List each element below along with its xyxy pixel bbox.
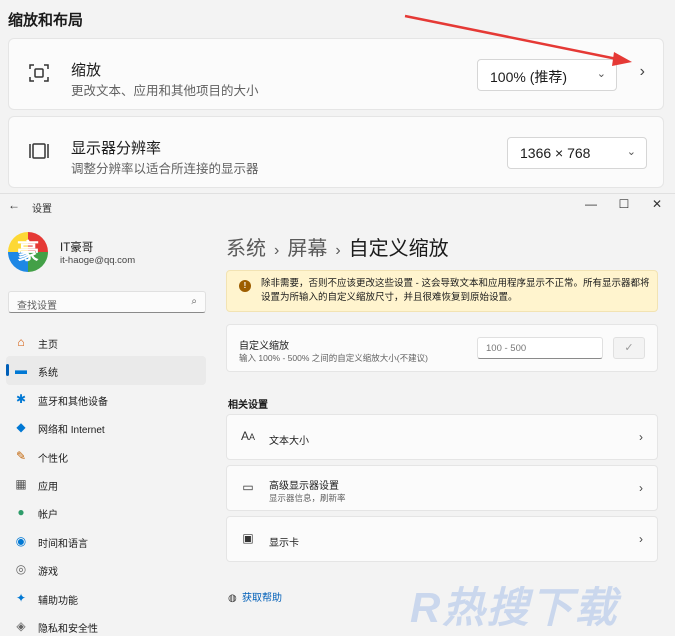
sidebar-item-label: 辅助功能 [38, 595, 78, 607]
shield-icon: ◈ [16, 618, 26, 633]
sidebar-item-8[interactable]: ◎ 游戏 [6, 555, 206, 583]
related-item-sub: 显示器信息，刷新率 [269, 493, 346, 503]
window-title: 设置 [32, 204, 52, 215]
text-size-icon: AA [240, 429, 256, 443]
scale-title: 缩放 [71, 62, 102, 79]
resolution-desc: 调整分辨率以适合所连接的显示器 [71, 162, 259, 176]
apps-icon: ▦ [15, 476, 27, 491]
graphics-card-icon: ▣ [242, 531, 254, 545]
breadcrumb-separator: › [274, 242, 280, 259]
wifi-icon: ◆ [16, 420, 26, 435]
avatar[interactable]: 豪 [8, 232, 48, 272]
monitor-icon: ▭ [242, 480, 254, 494]
monitor-icon: ▬ [15, 363, 27, 378]
sidebar-item-2[interactable]: ✱ 蓝牙和其他设备 [6, 385, 206, 413]
sidebar-item-1[interactable]: ▬ 系统 [6, 356, 206, 385]
sidebar-item-label: 系统 [38, 368, 58, 380]
get-help-link[interactable]: ◍ 获取帮助 [228, 589, 282, 604]
annotation-arrow-icon [404, 14, 632, 66]
maximize-button[interactable]: ☐ [617, 197, 631, 211]
globe-icon: ◉ [15, 533, 27, 548]
related-item-text-size[interactable]: AA 文本大小 › [226, 414, 658, 460]
custom-scale-title: 自定义缩放 [239, 341, 289, 352]
breadcrumb-separator: › [335, 242, 341, 259]
search-placeholder: 查找设置 [17, 301, 57, 312]
sidebar-item-5[interactable]: ▦ 应用 [6, 470, 206, 498]
search-input[interactable]: 查找设置 ⌕ [8, 291, 206, 313]
chevron-down-icon: ⌄ [626, 146, 636, 158]
sidebar-item-0[interactable]: ⌂ 主页 [6, 328, 206, 356]
chevron-right-icon: › [639, 481, 643, 495]
sidebar-item-7[interactable]: ◉ 时间和语言 [6, 527, 206, 555]
sidebar-nav: ⌂ 主页 ▬ 系统 ✱ 蓝牙和其他设备 ◆ 网络和 Internet ✎ 个性化 ▦ 应用 ● 帐户 ◉ 时间… [6, 328, 206, 636]
close-button[interactable]: ✕ [650, 197, 664, 211]
chevron-right-icon: › [639, 532, 643, 546]
resolution-title: 显示器分辨率 [71, 140, 162, 157]
sidebar-item-label: 隐私和安全性 [38, 623, 98, 635]
help-icon: ◍ [228, 593, 237, 604]
sidebar-item-label: 蓝牙和其他设备 [38, 396, 108, 408]
sidebar-item-label: 帐户 [38, 510, 58, 522]
warning-banner: ! 除非需要，否则不应该更改这些设置 - 这会导致文本和应用程序显示不正常。所有… [226, 270, 658, 312]
minimize-button[interactable]: — [584, 197, 598, 211]
profile-email: it-haoge@qq.com [60, 255, 136, 266]
resolution-dropdown-value: 1366 × 768 [520, 145, 591, 161]
chevron-right-icon[interactable]: › [640, 63, 645, 81]
resolution-dropdown[interactable]: 1366 × 768 ⌄ [507, 137, 647, 169]
back-arrow-icon[interactable]: ← [8, 198, 20, 212]
gamepad-icon: ◎ [15, 562, 27, 577]
title-bar: ← 设置 — ☐ ✕ [0, 194, 675, 218]
scale-dropdown-value: 100% (推荐) [490, 69, 568, 85]
resolution-card[interactable]: 显示器分辨率 调整分辨率以适合所连接的显示器 1366 × 768 ⌄ [8, 116, 664, 188]
sidebar-item-label: 主页 [38, 340, 58, 351]
sidebar-item-label: 应用 [38, 481, 58, 493]
sidebar-item-label: 时间和语言 [38, 538, 88, 550]
accessibility-icon: ✦ [15, 590, 27, 605]
sidebar-item-label: 个性化 [38, 453, 68, 465]
sidebar-item-label: 游戏 [38, 567, 58, 579]
page-title: 自定义缩放 [348, 238, 449, 260]
breadcrumb-display[interactable]: 屏幕 [287, 238, 327, 260]
custom-scale-card: 自定义缩放 输入 100% - 500% 之间的自定义缩放大小(不建议) 100… [226, 324, 658, 372]
custom-scale-desc: 输入 100% - 500% 之间的自定义缩放大小(不建议) [239, 353, 428, 363]
related-item-advanced-display[interactable]: ▭ 高级显示器设置 显示器信息，刷新率 › [226, 465, 658, 511]
custom-scale-input[interactable]: 100 - 500 [477, 337, 603, 359]
search-icon[interactable]: ⌕ [191, 296, 197, 307]
watermark-logo: R热搜下载 [410, 584, 619, 631]
related-item-label: 显示卡 [269, 538, 299, 549]
settings-window: ← 设置 — ☐ ✕ 豪 IT豪哥 it-haoge@qq.com 查找设置 ⌕… [0, 193, 675, 636]
scale-icon [29, 64, 49, 82]
related-item-label: 文本大小 [269, 436, 309, 447]
sidebar-item-9[interactable]: ✦ 辅助功能 [6, 584, 206, 612]
get-help-label: 获取帮助 [242, 593, 282, 604]
home-icon: ⌂ [17, 335, 25, 349]
related-item-graphics[interactable]: ▣ 显示卡 › [226, 516, 658, 562]
bluetooth-icon: ✱ [15, 391, 27, 406]
scale-layout-panel: 缩放和布局 缩放 更改文本、应用和其他项目的大小 100% (推荐) ⌄ › 显… [0, 0, 675, 193]
chevron-right-icon: › [639, 430, 643, 444]
warning-icon: ! [239, 280, 251, 292]
sidebar-item-4[interactable]: ✎ 个性化 [6, 442, 206, 470]
section-title: 缩放和布局 [8, 12, 84, 29]
brush-icon: ✎ [15, 448, 27, 463]
sidebar-item-6[interactable]: ● 帐户 [6, 498, 206, 526]
sidebar-item-3[interactable]: ◆ 网络和 Internet [6, 413, 206, 441]
sidebar-item-10[interactable]: ◈ 隐私和安全性 [6, 612, 206, 636]
scale-desc: 更改文本、应用和其他项目的大小 [71, 84, 259, 98]
warning-text: 除非需要，否则不应该更改这些设置 - 这会导致文本和应用程序显示不正常。所有显示… [261, 278, 650, 303]
related-item-label: 高级显示器设置 [269, 481, 339, 492]
breadcrumb-system[interactable]: 系统 [226, 238, 266, 260]
confirm-check-button[interactable]: ✓ [613, 337, 645, 359]
related-heading: 相关设置 [228, 400, 268, 411]
sidebar-item-label: 网络和 Internet [38, 425, 105, 437]
breadcrumb: 系统 › 屏幕 › 自定义缩放 [226, 232, 449, 261]
account-icon: ● [17, 505, 25, 520]
resolution-icon [29, 143, 49, 159]
profile-name: IT豪哥 [60, 242, 94, 254]
